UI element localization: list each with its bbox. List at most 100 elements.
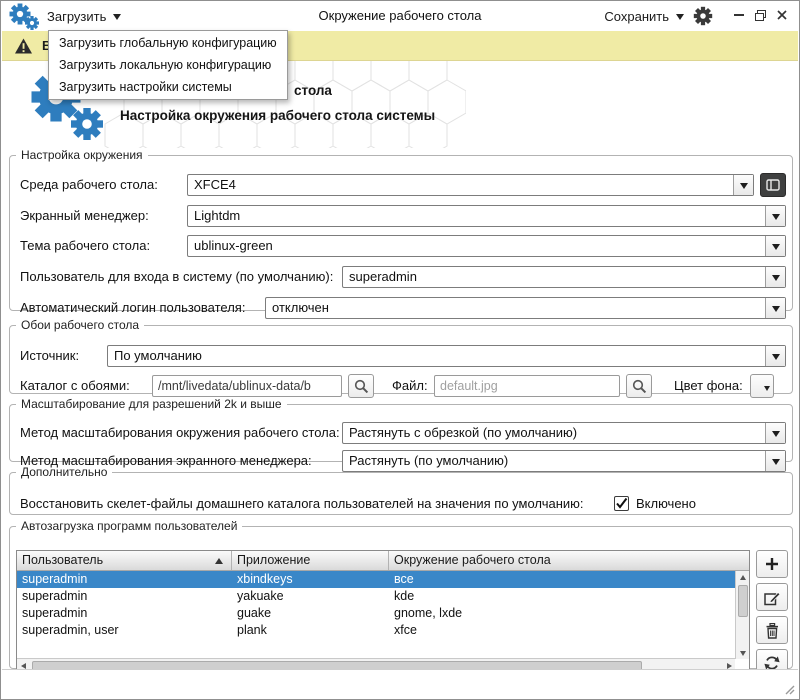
desktop-scaling-method-value: Растянуть с обрезкой (по умолчанию) <box>349 425 578 440</box>
cell-user: superadmin <box>22 572 88 586</box>
table-row[interactable]: superadmin yakuake kde <box>17 588 735 605</box>
chevron-down-icon <box>765 236 785 256</box>
autologin-label: Автоматический логин пользователя: <box>20 300 246 315</box>
chevron-down-icon <box>764 386 770 394</box>
table-row[interactable]: superadmin, user plank xfce <box>17 622 735 639</box>
minimize-button[interactable] <box>731 7 747 23</box>
default-login-user-combo[interactable]: superadmin <box>342 266 786 288</box>
wallpaper-file-search-button[interactable] <box>626 374 652 398</box>
check-icon <box>616 497 628 509</box>
pencil-icon <box>764 591 781 605</box>
chevron-down-icon <box>765 423 785 443</box>
chevron-down-icon <box>765 346 785 366</box>
desktop-theme-value: ublinux-green <box>194 238 273 253</box>
titlebar: Загрузить Окружение рабочего стола Сохра… <box>1 1 799 31</box>
menu-item-load-global-config[interactable]: Загрузить глобальную конфигурацию <box>49 32 287 54</box>
default-login-user-label: Пользователь для входа в систему (по умо… <box>20 269 334 284</box>
wallpaper-dir-input[interactable] <box>152 375 342 397</box>
chevron-down-icon <box>765 206 785 226</box>
cell-user: superadmin <box>22 606 88 620</box>
scroll-up-icon[interactable] <box>736 571 749 584</box>
additional-group: Дополнительно Восстановить скелет-файлы … <box>9 465 793 515</box>
desktop-theme-label: Тема рабочего стола: <box>20 238 151 253</box>
menu-item-load-system-settings[interactable]: Загрузить настройки системы <box>49 76 287 98</box>
add-autostart-button[interactable] <box>756 550 788 578</box>
edit-autostart-button[interactable] <box>756 583 788 611</box>
table-row[interactable]: superadmin guake gnome, lxde <box>17 605 735 622</box>
load-dropdown-menu: Загрузить глобальную конфигурацию Загруз… <box>48 30 288 100</box>
search-icon <box>354 379 369 394</box>
warning-icon <box>15 38 32 53</box>
autostart-table-header: Пользователь Приложение Окружение рабоче… <box>17 551 749 571</box>
save-menu-button[interactable]: Сохранить <box>604 1 684 31</box>
desktop-scaling-method-label: Метод масштабирования окружения рабочего… <box>20 425 340 440</box>
table-row[interactable]: superadmin xbindkeys все <box>17 571 735 588</box>
chevron-down-icon <box>765 298 785 318</box>
column-header-env[interactable]: Окружение рабочего стола <box>389 551 749 570</box>
chevron-down-icon <box>733 175 753 195</box>
restore-skel-label: Восстановить скелет-файлы домашнего ката… <box>20 496 584 511</box>
vertical-scrollbar[interactable] <box>735 571 749 659</box>
plus-icon <box>766 558 778 570</box>
hero-title-fragment: стола <box>294 83 332 98</box>
maximize-icon <box>754 9 766 21</box>
autologin-combo[interactable]: отключен <box>265 297 786 319</box>
cell-app: yakuake <box>237 589 284 603</box>
wallpaper-dir-search-button[interactable] <box>348 374 374 398</box>
column-header-user-label: Пользователь <box>22 553 104 567</box>
save-menu-button-label: Сохранить <box>604 8 669 24</box>
delete-autostart-button[interactable] <box>756 616 788 644</box>
settings-gear-icon[interactable] <box>693 6 713 26</box>
wallpaper-group-title: Обои рабочего стола <box>21 318 140 332</box>
scaling-group-title: Масштабирование для разрешений 2k и выше <box>21 397 282 411</box>
maximize-button[interactable] <box>752 7 768 23</box>
desktop-scaling-method-combo[interactable]: Растянуть с обрезкой (по умолчанию) <box>342 422 786 444</box>
cell-user: superadmin, user <box>22 623 119 637</box>
cell-env: все <box>394 572 414 586</box>
menu-item-load-local-config[interactable]: Загрузить локальную конфигурацию <box>49 54 287 76</box>
restore-skel-checkbox[interactable] <box>614 496 629 511</box>
wallpaper-source-combo[interactable]: По умолчанию <box>107 345 786 367</box>
chevron-down-icon <box>676 14 684 24</box>
close-button[interactable] <box>774 7 790 23</box>
environment-extra-button[interactable] <box>760 173 786 197</box>
column-header-app[interactable]: Приложение <box>232 551 389 570</box>
minimize-icon <box>734 14 744 16</box>
search-icon <box>632 379 647 394</box>
desktop-theme-combo[interactable]: ublinux-green <box>187 235 786 257</box>
status-bar <box>2 669 798 698</box>
app-window: Загрузить Окружение рабочего стола Сохра… <box>0 0 800 700</box>
additional-group-title: Дополнительно <box>21 465 108 479</box>
cell-app: guake <box>237 606 272 620</box>
desktop-environment-label: Среда рабочего стола: <box>20 177 158 192</box>
desktop-environment-value: XFCE4 <box>194 177 236 192</box>
wallpaper-file-input[interactable] <box>434 375 620 397</box>
cell-app: plank <box>237 623 267 637</box>
cell-env: kde <box>394 589 415 603</box>
chevron-down-icon <box>765 267 785 287</box>
vertical-scroll-thumb[interactable] <box>737 585 748 617</box>
display-manager-value: Lightdm <box>194 208 241 223</box>
autostart-table: Пользователь Приложение Окружение рабоче… <box>16 550 750 673</box>
trash-icon <box>766 622 778 639</box>
environment-group-title: Настройка окружения <box>21 148 143 162</box>
wallpaper-dir-label: Каталог с обоями: <box>20 378 130 393</box>
bg-color-button[interactable] <box>750 374 774 398</box>
column-header-user[interactable]: Пользователь <box>17 551 232 570</box>
cell-env: gnome, lxde <box>394 606 463 620</box>
restore-skel-checkbox-label: Включено <box>636 496 696 511</box>
wallpaper-source-label: Источник: <box>20 348 80 363</box>
desktop-environment-combo[interactable]: XFCE4 <box>187 174 754 196</box>
resize-grip-icon[interactable] <box>783 683 795 695</box>
scroll-down-icon[interactable] <box>736 646 749 659</box>
panel-icon <box>766 179 780 191</box>
wallpaper-source-value: По умолчанию <box>114 348 202 363</box>
autologin-value: отключен <box>272 300 329 315</box>
cell-app: xbindkeys <box>237 572 293 586</box>
autostart-group: Автозагрузка программ пользователей Поль… <box>9 519 793 677</box>
hero-subtitle: Настройка окружения рабочего стола систе… <box>120 108 436 123</box>
display-manager-combo[interactable]: Lightdm <box>187 205 786 227</box>
wallpaper-file-label: Файл: <box>392 378 428 393</box>
column-header-env-label: Окружение рабочего стола <box>394 553 551 567</box>
environment-group: Настройка окружения Среда рабочего стола… <box>9 148 793 319</box>
